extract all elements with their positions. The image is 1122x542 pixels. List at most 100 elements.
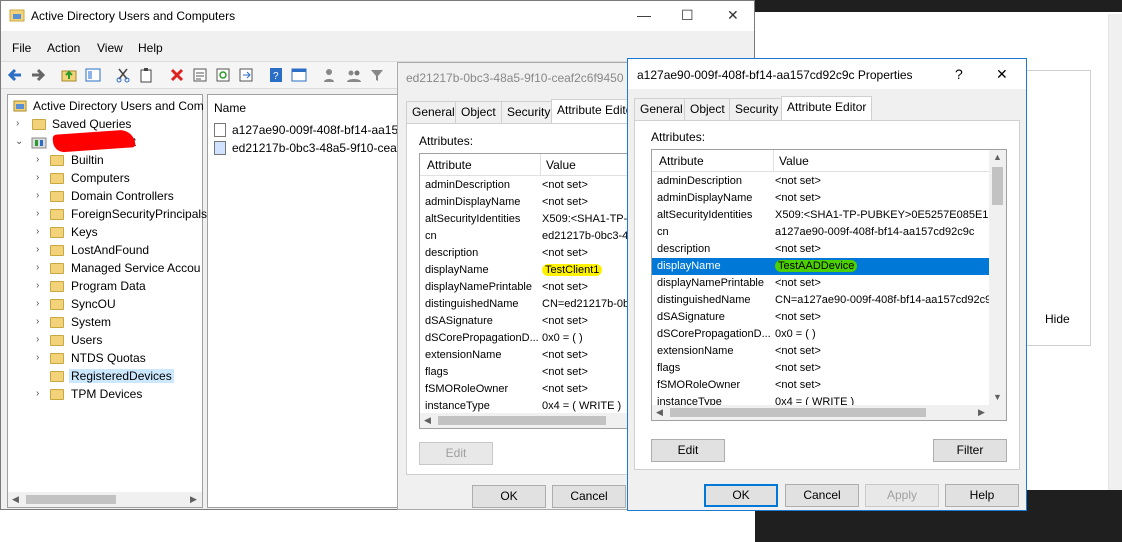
properties-icon[interactable] xyxy=(192,67,208,83)
scroll-left-icon[interactable]: ◀ xyxy=(424,415,431,426)
list-header-name[interactable]: Name xyxy=(214,101,246,115)
table-row[interactable]: adminDisplayName <not set> xyxy=(420,194,638,211)
table-row[interactable]: cn ed21217b-0bc3-4 xyxy=(420,228,638,245)
dialog2-help-button[interactable]: ? xyxy=(955,66,963,82)
dialog2-edit-button[interactable]: Edit xyxy=(651,439,725,462)
table-row[interactable]: adminDescription <not set> xyxy=(652,173,989,190)
scroll-down-icon[interactable]: ▼ xyxy=(993,392,1002,402)
dialog2-col-attribute[interactable]: Attribute xyxy=(659,154,704,168)
dialog2-filter-button[interactable]: Filter xyxy=(933,439,1007,462)
scroll-left-icon[interactable]: ◀ xyxy=(12,494,19,505)
export-list-icon[interactable] xyxy=(238,67,254,83)
dialog2-apply-button[interactable]: Apply xyxy=(865,484,939,507)
table-row[interactable]: adminDescription <not set> xyxy=(420,177,638,194)
scroll-left-icon[interactable]: ◀ xyxy=(656,407,663,418)
table-row[interactable]: flags <not set> xyxy=(652,360,989,377)
cut-icon[interactable] xyxy=(115,67,131,83)
scroll-up-icon[interactable]: ▲ xyxy=(993,152,1002,162)
scroll-thumb[interactable] xyxy=(992,167,1003,205)
dialog1-ok-button[interactable]: OK xyxy=(472,485,546,508)
menu-view[interactable]: View xyxy=(97,41,123,55)
tree-item-program-data[interactable]: › Program Data xyxy=(8,277,204,295)
dialog1-tab-security[interactable]: Security xyxy=(501,101,557,123)
table-row[interactable]: flags <not set> xyxy=(420,364,638,381)
delete-icon[interactable] xyxy=(169,67,185,83)
filter-icon[interactable] xyxy=(369,67,385,83)
scroll-thumb[interactable] xyxy=(670,408,926,417)
table-row[interactable]: description <not set> xyxy=(420,245,638,262)
refresh-icon[interactable] xyxy=(215,67,231,83)
scroll-thumb[interactable] xyxy=(26,495,116,504)
chevron-right-icon[interactable]: › xyxy=(36,172,39,183)
back-arrow-icon[interactable] xyxy=(7,67,23,83)
dialog2-cancel-button[interactable]: Cancel xyxy=(785,484,859,507)
table-row[interactable]: fSMORoleOwner <not set> xyxy=(652,377,989,394)
dialog2-tab-security[interactable]: Security xyxy=(729,98,785,120)
dialog1-grid-hscrollbar[interactable]: ◀ xyxy=(420,413,638,428)
chevron-right-icon[interactable]: › xyxy=(36,244,39,255)
dialog2-tab-attribute-editor[interactable]: Attribute Editor xyxy=(781,96,873,120)
menu-help[interactable]: Help xyxy=(138,41,163,55)
chevron-down-icon[interactable]: ⌄ xyxy=(15,136,23,147)
dialog2-col-value[interactable]: Value xyxy=(779,154,809,168)
chevron-right-icon[interactable]: › xyxy=(16,118,19,129)
background-scrollbar[interactable] xyxy=(1108,14,1122,490)
tree-item-keys[interactable]: › Keys xyxy=(8,223,204,241)
chevron-right-icon[interactable]: › xyxy=(36,226,39,237)
table-row[interactable]: dSASignature <not set> xyxy=(420,313,638,330)
table-row[interactable]: distinguishedName CN=ed21217b-0b xyxy=(420,296,638,313)
dialog2-help-bottom-button[interactable]: Help xyxy=(945,484,1019,507)
dialog1-cancel-button[interactable]: Cancel xyxy=(552,485,626,508)
tree-item-users[interactable]: › Users xyxy=(8,331,204,349)
up-folder-icon[interactable] xyxy=(61,67,77,83)
chevron-right-icon[interactable]: › xyxy=(36,280,39,291)
table-row[interactable]: altSecurityIdentities X509:<SHA1-TP-PUBKE… xyxy=(652,207,996,224)
tree-root[interactable]: Active Directory Users and Com xyxy=(8,97,204,115)
table-row[interactable]: cn a127ae90-009f-408f-bf14-aa157cd92c9c xyxy=(652,224,989,241)
chevron-right-icon[interactable]: › xyxy=(36,334,39,345)
menu-file[interactable]: File xyxy=(12,41,31,55)
hide-link[interactable]: Hide xyxy=(1045,312,1070,326)
chevron-right-icon[interactable]: › xyxy=(36,190,39,201)
dialog1-col-attribute[interactable]: Attribute xyxy=(427,158,472,172)
show-hide-tree-icon[interactable] xyxy=(85,67,101,83)
menu-action[interactable]: Action xyxy=(47,41,80,55)
aduc-maximize-button[interactable]: ☐ xyxy=(681,7,694,24)
table-row[interactable]: fSMORoleOwner <not set> xyxy=(420,381,638,398)
table-row[interactable]: adminDisplayName <not set> xyxy=(652,190,989,207)
table-row[interactable]: displayNamePrintable <not set> xyxy=(420,279,638,296)
table-row[interactable]: altSecurityIdentities X509:<SHA1-TP- xyxy=(420,211,638,228)
clipboard-icon[interactable] xyxy=(138,67,154,83)
tree-item-syncou[interactable]: › SyncOU xyxy=(8,295,204,313)
chevron-right-icon[interactable]: › xyxy=(36,388,39,399)
dialog2-tab-object[interactable]: Object xyxy=(684,98,731,120)
forward-arrow-icon[interactable] xyxy=(30,67,46,83)
dialog2-grid-vscrollbar[interactable]: ▲ ▼ xyxy=(989,150,1006,405)
dialog2-grid-hscrollbar[interactable]: ◀ ▶ xyxy=(652,405,1006,420)
tree-item-system[interactable]: › System xyxy=(8,313,204,331)
dialog2-ok-button[interactable]: OK xyxy=(704,484,778,507)
scroll-right-icon[interactable]: ▶ xyxy=(978,407,985,418)
tree-item-foreign-security-principals[interactable]: › ForeignSecurityPrincipals xyxy=(8,205,207,223)
dialog2-close-button[interactable]: ✕ xyxy=(996,66,1008,83)
aduc-minimize-button[interactable]: — xyxy=(637,7,651,23)
dialog1-tab-general[interactable]: General xyxy=(406,101,461,123)
tree-item-domain-controllers[interactable]: › Domain Controllers xyxy=(8,187,204,205)
chevron-right-icon[interactable]: › xyxy=(36,352,39,363)
table-row[interactable]: dSCorePropagationD... 0x0 = ( ) xyxy=(420,330,638,347)
console-icon[interactable] xyxy=(291,67,307,83)
tree-item-managed-service-accounts[interactable]: › Managed Service Accou xyxy=(8,259,204,277)
tree-item-tpm-devices[interactable]: › TPM Devices xyxy=(8,385,204,403)
tree-item-registered-devices[interactable]: RegisteredDevices xyxy=(8,367,204,385)
tree-horizontal-scrollbar[interactable]: ◀ ▶ xyxy=(8,492,202,507)
table-row[interactable]: dSCorePropagationD... 0x0 = ( ) xyxy=(652,326,989,343)
chevron-right-icon[interactable]: › xyxy=(36,154,39,165)
add-user-icon[interactable] xyxy=(322,67,338,83)
tree-item-computers[interactable]: › Computers xyxy=(8,169,204,187)
table-row[interactable]: dSASignature <not set> xyxy=(652,309,989,326)
tree-item-builtin[interactable]: › Builtin xyxy=(8,151,204,169)
dialog2-tab-general[interactable]: General xyxy=(634,98,689,120)
tree-item-lost-and-found[interactable]: › LostAndFound xyxy=(8,241,204,259)
chevron-right-icon[interactable]: › xyxy=(36,262,39,273)
chevron-right-icon[interactable]: › xyxy=(36,316,39,327)
